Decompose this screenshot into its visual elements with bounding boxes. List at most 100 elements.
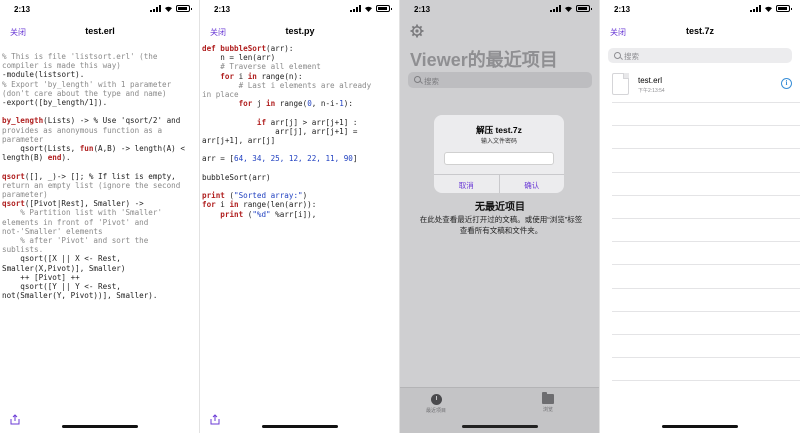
code-view: % This is file 'listsort.erl' (the compil…: [2, 52, 198, 300]
code-token: ([], _)-> []; % If list is empty,: [24, 171, 176, 181]
screenshot-collage: 2:13 关闭 test.erl % This is file 'listsor…: [0, 0, 800, 433]
share-icon[interactable]: [210, 414, 220, 425]
status-icons: [350, 5, 392, 12]
code-token: (Lists) -> % Use 'qsort/2' and: [43, 116, 181, 126]
code-line: sublists.: [2, 245, 198, 254]
nav-title: test.erl: [85, 26, 115, 36]
home-indicator: [662, 425, 738, 428]
code-token: parameter: [2, 134, 44, 144]
code-line: bubbleSort(arr): [202, 173, 398, 182]
code-token: sublists.: [2, 245, 44, 255]
code-token: if: [256, 117, 267, 127]
file-row[interactable]: test.erl 下午2:13:54 i: [600, 70, 800, 102]
code-token: "%d": [252, 209, 271, 219]
code-token: print: [202, 191, 225, 201]
code-token: % Partition list with 'Smaller': [2, 208, 163, 218]
code-token: 64, 34, 25, 12, 22, 11, 90: [234, 154, 353, 164]
tab-browse[interactable]: 浏览: [518, 392, 578, 413]
code-token: qsort([X || X <- Rest,: [2, 254, 121, 264]
code-line: # Last i elements are already: [202, 81, 398, 90]
code-token: compiler is made this way): [2, 61, 121, 71]
code-token: length(B): [2, 153, 48, 163]
home-indicator: [462, 425, 538, 428]
code-token: -export: [2, 98, 35, 108]
code-line: in place: [202, 90, 398, 99]
code-token: (listsort).: [34, 70, 85, 80]
code-line: for i in range(n):: [202, 72, 398, 81]
code-token: i: [234, 71, 248, 81]
empty-list-rows: [612, 102, 800, 403]
code-line: def bubbleSort(arr):: [202, 44, 398, 53]
nav-bar: 关闭 test.erl: [0, 20, 200, 44]
code-token: in: [229, 200, 239, 210]
share-icon[interactable]: [10, 414, 20, 425]
code-token: arr = [: [202, 154, 235, 164]
code-token: range(n):: [256, 71, 303, 81]
code-line: % This is file 'listsort.erl' (the: [2, 52, 198, 61]
code-token: parameter): [2, 190, 48, 200]
code-token: elements in front of 'Pivot' and: [2, 217, 149, 227]
wifi-icon: [565, 6, 572, 12]
confirm-button[interactable]: 确认: [498, 175, 565, 193]
gear-icon[interactable]: [410, 24, 424, 38]
dialog-buttons: 取消 确认: [434, 174, 564, 193]
home-indicator: [62, 425, 138, 428]
code-token: arr[j+1], arr[j]: [202, 136, 276, 146]
code-line: % Export 'by_length' with 1 parameter: [2, 80, 198, 89]
code-token: %arr[i]),: [270, 209, 317, 219]
code-line: for i in range(len(arr)):: [202, 200, 398, 209]
code-token: (: [243, 209, 253, 219]
info-icon[interactable]: i: [781, 78, 792, 89]
home-indicator: [262, 425, 338, 428]
password-field[interactable]: [444, 152, 554, 165]
code-line: % after 'Pivot' and sort the: [2, 236, 198, 245]
search-input[interactable]: 搜索: [408, 72, 592, 88]
tab-bar: 最近项目 浏览: [400, 387, 600, 433]
code-line: arr = [64, 34, 25, 12, 22, 11, 90]: [202, 154, 398, 163]
signal-icon: [150, 5, 161, 12]
code-line: print ("%d" %arr[i]),: [202, 210, 398, 219]
file-name: test.erl: [638, 76, 663, 85]
wifi-icon: [765, 6, 772, 12]
code-line: print ("Sorted array:"): [202, 191, 398, 200]
nav-title: test.7z: [685, 26, 714, 36]
code-token: # Traverse all element: [202, 62, 321, 72]
code-token: by_length: [2, 116, 44, 126]
nav-bar: 关闭 test.7z: [600, 20, 800, 44]
code-line: arr[j], arr[j+1] =: [202, 127, 398, 136]
nav-title: test.py: [285, 26, 315, 36]
code-token: in: [247, 71, 257, 81]
code-token: j: [252, 99, 267, 109]
status-icons: [750, 5, 792, 12]
code-token: end: [47, 153, 62, 163]
wifi-icon: [165, 6, 172, 12]
cancel-button[interactable]: 取消: [434, 175, 499, 193]
code-token: for: [202, 200, 216, 210]
code-line: -module(listsort).: [2, 70, 198, 79]
code-line: # Traverse all element: [202, 62, 398, 71]
code-token: for: [238, 99, 253, 109]
tab-label: 浏览: [542, 407, 553, 413]
code-line: ++ [Pivot] ++: [2, 273, 198, 282]
code-token: i: [215, 200, 230, 210]
search-icon: [614, 52, 621, 59]
code-line: for j in range(0, n-i-1):: [202, 99, 398, 108]
code-token: range(len(arr)):: [238, 200, 317, 210]
code-token: % Export 'by_length' with 1 parameter: [2, 79, 172, 89]
search-placeholder: 搜索: [624, 52, 639, 61]
document-icon: [612, 73, 629, 95]
password-dialog: 解压 test.7z 输入文件密码 取消 确认: [434, 115, 564, 193]
search-icon: [414, 76, 421, 83]
code-token: arr[j] > arr[j+1] :: [266, 117, 358, 127]
dialog-title: 解压 test.7z: [476, 125, 522, 135]
search-input[interactable]: 搜索: [608, 48, 792, 63]
page-title: Viewer的最近项目: [410, 50, 558, 70]
tab-recents[interactable]: 最近项目: [406, 394, 466, 414]
